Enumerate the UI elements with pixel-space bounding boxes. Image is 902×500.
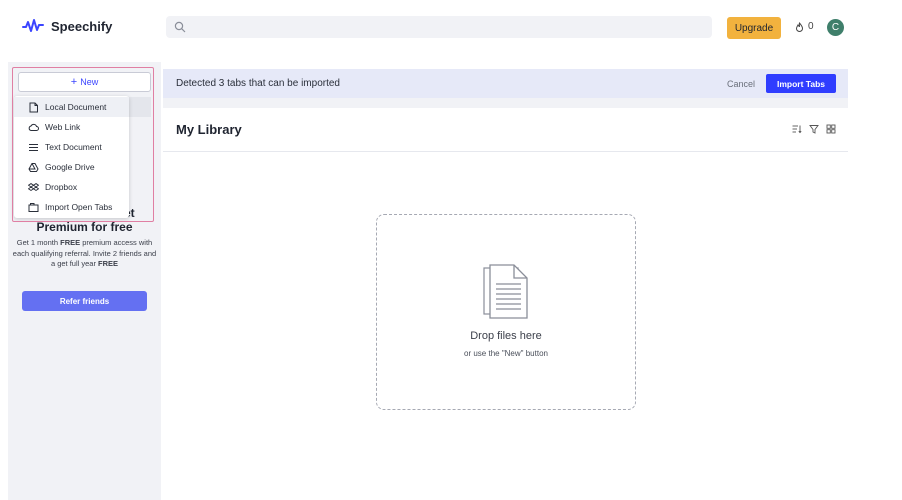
- plus-icon: +: [70, 76, 78, 88]
- menu-item-label: Import Open Tabs: [45, 202, 113, 212]
- banner-message: Detected 3 tabs that can be imported: [176, 78, 340, 89]
- document-stack-icon: [483, 264, 528, 319]
- library-divider: [163, 151, 848, 152]
- speechify-logo-icon: [22, 19, 44, 32]
- menu-item-import-open-tabs[interactable]: Import Open Tabs: [14, 197, 129, 217]
- upgrade-button[interactable]: Upgrade: [727, 17, 781, 39]
- menu-item-text-document[interactable]: Text Document: [14, 137, 129, 157]
- banner-spacer: [163, 98, 848, 108]
- menu-item-google-drive[interactable]: Google Drive: [14, 157, 129, 177]
- new-button[interactable]: + New: [18, 72, 151, 92]
- promo-title: Premium for free: [36, 220, 133, 234]
- search-input[interactable]: [190, 16, 700, 38]
- tabs-icon: [28, 202, 39, 212]
- dropzone-title: Drop files here: [470, 330, 542, 342]
- avatar[interactable]: C: [827, 19, 844, 36]
- menu-item-dropbox[interactable]: Dropbox: [14, 177, 129, 197]
- document-icon: [29, 102, 38, 112]
- app-name: Speechify: [51, 18, 113, 34]
- credits-count: 0: [808, 21, 814, 32]
- menu-item-label: Text Document: [45, 142, 102, 152]
- cloud-icon: [28, 123, 39, 131]
- refer-friends-button[interactable]: Refer friends: [22, 291, 147, 311]
- menu-item-label: Web Link: [45, 122, 81, 132]
- logo[interactable]: Speechify: [22, 18, 112, 34]
- import-tabs-button[interactable]: Import Tabs: [766, 74, 836, 93]
- library-toolbar: [792, 124, 836, 134]
- filter-icon[interactable]: [809, 124, 819, 134]
- search-icon: [174, 21, 186, 33]
- text-lines-icon: [29, 143, 38, 151]
- dropzone-subtitle: or use the "New" button: [464, 349, 548, 358]
- page-title: My Library: [176, 122, 242, 137]
- credits-counter[interactable]: 0: [795, 21, 814, 32]
- right-edge: [848, 62, 862, 500]
- new-button-label: New: [80, 77, 99, 87]
- menu-item-web-link[interactable]: Web Link: [14, 117, 129, 137]
- menu-item-label: Local Document: [45, 102, 107, 112]
- grid-view-icon[interactable]: [826, 124, 836, 134]
- promo-description: Get 1 month FREE premium access with eac…: [12, 238, 157, 270]
- promo-text-bold: FREE: [98, 259, 119, 268]
- menu-item-label: Dropbox: [45, 182, 78, 192]
- dropbox-icon: [28, 182, 39, 191]
- new-dropdown-menu: Local Document Web Link Text Document Go…: [14, 96, 129, 218]
- app-root: Speechify Upgrade 0 C + New et Premium f…: [0, 0, 902, 500]
- top-bar: Speechify Upgrade 0 C: [0, 0, 862, 52]
- promo-text-part: Get 1 month: [16, 238, 61, 247]
- google-drive-icon: [28, 162, 39, 172]
- promo-text-bold: FREE: [60, 238, 81, 247]
- menu-item-label: Google Drive: [45, 162, 95, 172]
- active-item-background: [129, 97, 151, 117]
- cancel-button[interactable]: Cancel: [727, 79, 755, 89]
- sort-icon[interactable]: [792, 124, 802, 134]
- search-bar[interactable]: [166, 16, 712, 38]
- flame-icon: [795, 21, 804, 32]
- menu-item-local-document[interactable]: Local Document: [14, 97, 129, 117]
